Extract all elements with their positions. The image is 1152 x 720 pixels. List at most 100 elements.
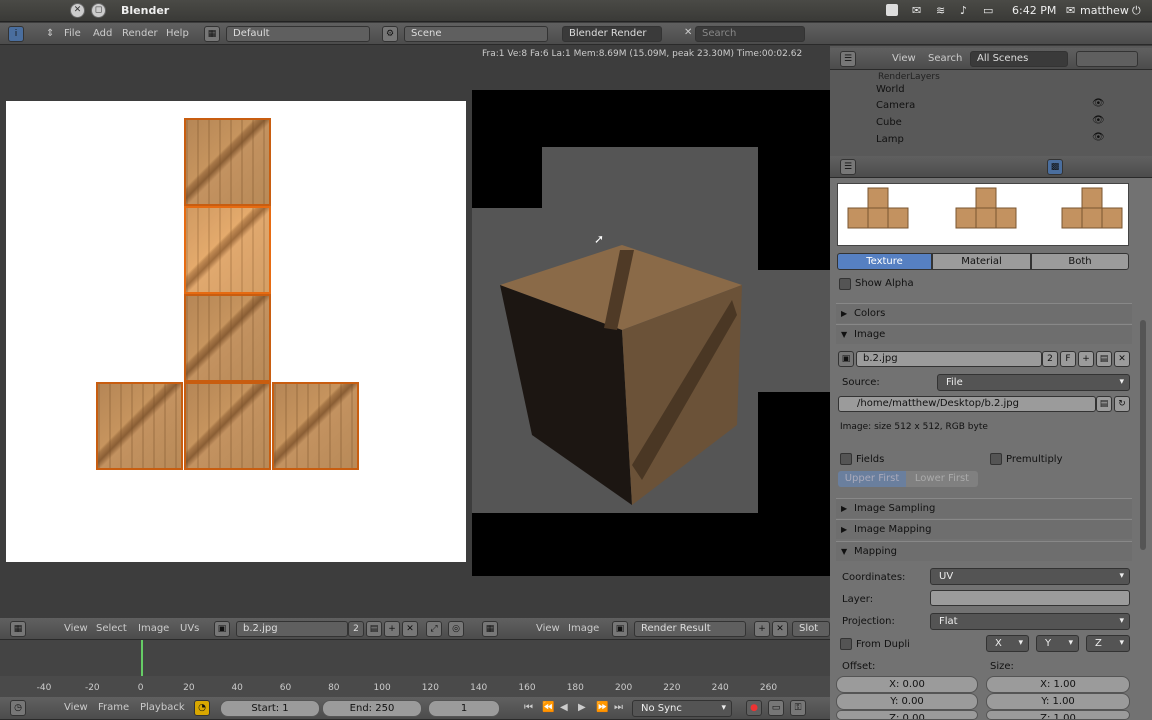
start-frame-field[interactable]: Start: 1 (220, 700, 320, 717)
source-dropdown[interactable]: File (937, 374, 1130, 391)
timeline-body[interactable] (0, 640, 830, 676)
clock[interactable]: 6:42 PM (1012, 4, 1056, 17)
render-pin-icon[interactable]: + (754, 621, 770, 637)
uv-image-browse-icon[interactable]: ▣ (214, 621, 230, 637)
outliner-item[interactable]: Cube (876, 117, 902, 128)
auto-key-record-icon[interactable]: ● (746, 700, 762, 716)
uv-face-bottom[interactable] (184, 382, 271, 470)
outliner-editor-icon[interactable]: ☰ (840, 51, 856, 67)
wifi-icon[interactable]: ≋ (936, 4, 945, 17)
render-view[interactable]: Fra:1 Ve:8 Fa:6 La:1 Mem:8.69M (15.09M, … (470, 46, 830, 618)
close-icon[interactable]: ✕ (684, 27, 692, 38)
new-image-icon[interactable]: + (1078, 351, 1094, 367)
lower-first-button[interactable]: Lower First (906, 471, 978, 487)
panel-colors[interactable]: ▶ Colors (836, 303, 1132, 323)
image-browse-icon[interactable]: ▣ (838, 351, 854, 367)
uv-layer-field[interactable] (930, 590, 1130, 606)
tab-both[interactable]: Both (1031, 253, 1129, 270)
uv-face-right[interactable] (272, 382, 359, 470)
uv-image-canvas[interactable] (6, 101, 466, 562)
power-icon[interactable]: ⏻ (1132, 4, 1141, 18)
render-slot-dropdown[interactable]: Slot (792, 621, 830, 637)
x-mapping-dropdown[interactable]: X (986, 635, 1029, 652)
uv-menu-view[interactable]: View (64, 623, 88, 634)
jump-key-forward-icon[interactable]: ⏩ (596, 702, 608, 713)
z-mapping-dropdown[interactable]: Z (1086, 635, 1130, 652)
outliner-item[interactable]: Lamp (876, 134, 904, 145)
offset-z-field[interactable]: Z: 0.00 (836, 710, 978, 720)
uv-open-icon[interactable]: ▤ (366, 621, 382, 637)
upper-first-button[interactable]: Upper First (838, 471, 906, 487)
y-mapping-dropdown[interactable]: Y (1036, 635, 1079, 652)
keying-set-icon[interactable]: ▭ (768, 700, 784, 716)
uv-menu-image[interactable]: Image (138, 623, 169, 634)
properties-editor-icon[interactable]: ☰ (840, 159, 856, 175)
show-alpha-checkbox[interactable] (839, 278, 851, 290)
play-reverse-icon[interactable]: ◀ (560, 702, 568, 713)
render-menu-image[interactable]: Image (568, 623, 599, 634)
panel-image-sampling[interactable]: ▶ Image Sampling (836, 498, 1132, 518)
menu-help[interactable]: Help (166, 28, 189, 39)
outliner-item[interactable]: RenderLayers (878, 72, 940, 82)
outliner-item[interactable]: Camera (876, 100, 915, 111)
uv-unlink-icon[interactable]: ✕ (402, 621, 418, 637)
close-window-icon[interactable]: ✕ (70, 3, 85, 18)
uv-menu-select[interactable]: Select (96, 623, 127, 634)
play-icon[interactable]: ▶ (578, 702, 586, 713)
outliner-search[interactable] (1076, 51, 1138, 67)
outliner-item[interactable]: World (876, 84, 905, 95)
render-editor-type-icon[interactable]: ▦ (482, 621, 498, 637)
image-users[interactable]: 2 (1042, 351, 1058, 367)
properties-scrollbar[interactable] (1140, 320, 1146, 550)
current-frame-field[interactable]: 1 (428, 700, 500, 717)
file-browse-icon[interactable]: ▤ (1096, 396, 1112, 412)
search-field[interactable]: Search (695, 26, 805, 42)
tab-texture[interactable]: Texture (837, 253, 932, 270)
offset-y-field[interactable]: Y: 0.00 (836, 693, 978, 710)
menu-file[interactable]: File (64, 28, 81, 39)
uv-face-front[interactable] (184, 294, 271, 382)
menu-render[interactable]: Render (122, 28, 158, 39)
uv-face-top[interactable] (184, 118, 271, 206)
jump-start-icon[interactable]: ⏮ (524, 702, 533, 713)
outliner-display-mode[interactable]: All Scenes (970, 51, 1068, 67)
maximize-window-icon[interactable]: ◻ (91, 3, 106, 18)
render-canvas[interactable]: ➚ (472, 90, 830, 576)
render-result-field[interactable]: Render Result (634, 621, 746, 637)
size-x-field[interactable]: X: 1.00 (986, 676, 1130, 693)
uv-face-back[interactable] (184, 206, 271, 294)
uv-editor[interactable] (0, 46, 470, 618)
reload-icon[interactable]: ↻ (1114, 396, 1130, 412)
uv-image-users[interactable]: 2 (348, 621, 364, 637)
panel-mapping[interactable]: ▼ Mapping (836, 541, 1132, 561)
timeline-editor-type-icon[interactable]: ◷ (10, 700, 26, 716)
timeline-menu-playback[interactable]: Playback (140, 702, 185, 713)
outliner-menu-view[interactable]: View (892, 53, 916, 64)
tab-material[interactable]: Material (932, 253, 1031, 270)
mail-icon[interactable]: ✉ (912, 4, 921, 17)
user-name[interactable]: matthew (1080, 4, 1129, 17)
render-unlink-icon[interactable]: ✕ (772, 621, 788, 637)
panel-image[interactable]: ▼ Image (836, 324, 1132, 344)
uv-pivot-icon[interactable]: ◎ (448, 621, 464, 637)
size-y-field[interactable]: Y: 1.00 (986, 693, 1130, 710)
user-icon[interactable]: ✉ (1066, 4, 1075, 17)
screen-layout-field[interactable]: Default (226, 26, 370, 42)
jump-key-back-icon[interactable]: ⏪ (542, 702, 554, 713)
offset-x-field[interactable]: X: 0.00 (836, 676, 978, 693)
scene-field[interactable]: Scene (404, 26, 548, 42)
size-z-field[interactable]: Z: 1.00 (986, 710, 1130, 720)
image-name-field[interactable]: b.2.jpg (856, 351, 1042, 367)
uv-editor-type-icon[interactable]: ▦ (10, 621, 26, 637)
fields-checkbox[interactable] (840, 453, 852, 465)
sync-dropdown[interactable]: No Sync (632, 700, 732, 717)
insert-key-icon[interactable]: ⚿ (790, 700, 806, 716)
timeline-menu-view[interactable]: View (64, 702, 88, 713)
render-menu-view[interactable]: View (536, 623, 560, 634)
timeline-menu-frame[interactable]: Frame (98, 702, 129, 713)
jump-end-icon[interactable]: ⏭ (614, 702, 623, 713)
visibility-eye-icon[interactable]: 👁 (1092, 98, 1105, 109)
filepath-field[interactable]: /home/matthew/Desktop/b.2.jpg (838, 396, 1096, 412)
visibility-eye-icon[interactable]: 👁 (1092, 115, 1105, 126)
recording-icon[interactable] (886, 4, 898, 16)
